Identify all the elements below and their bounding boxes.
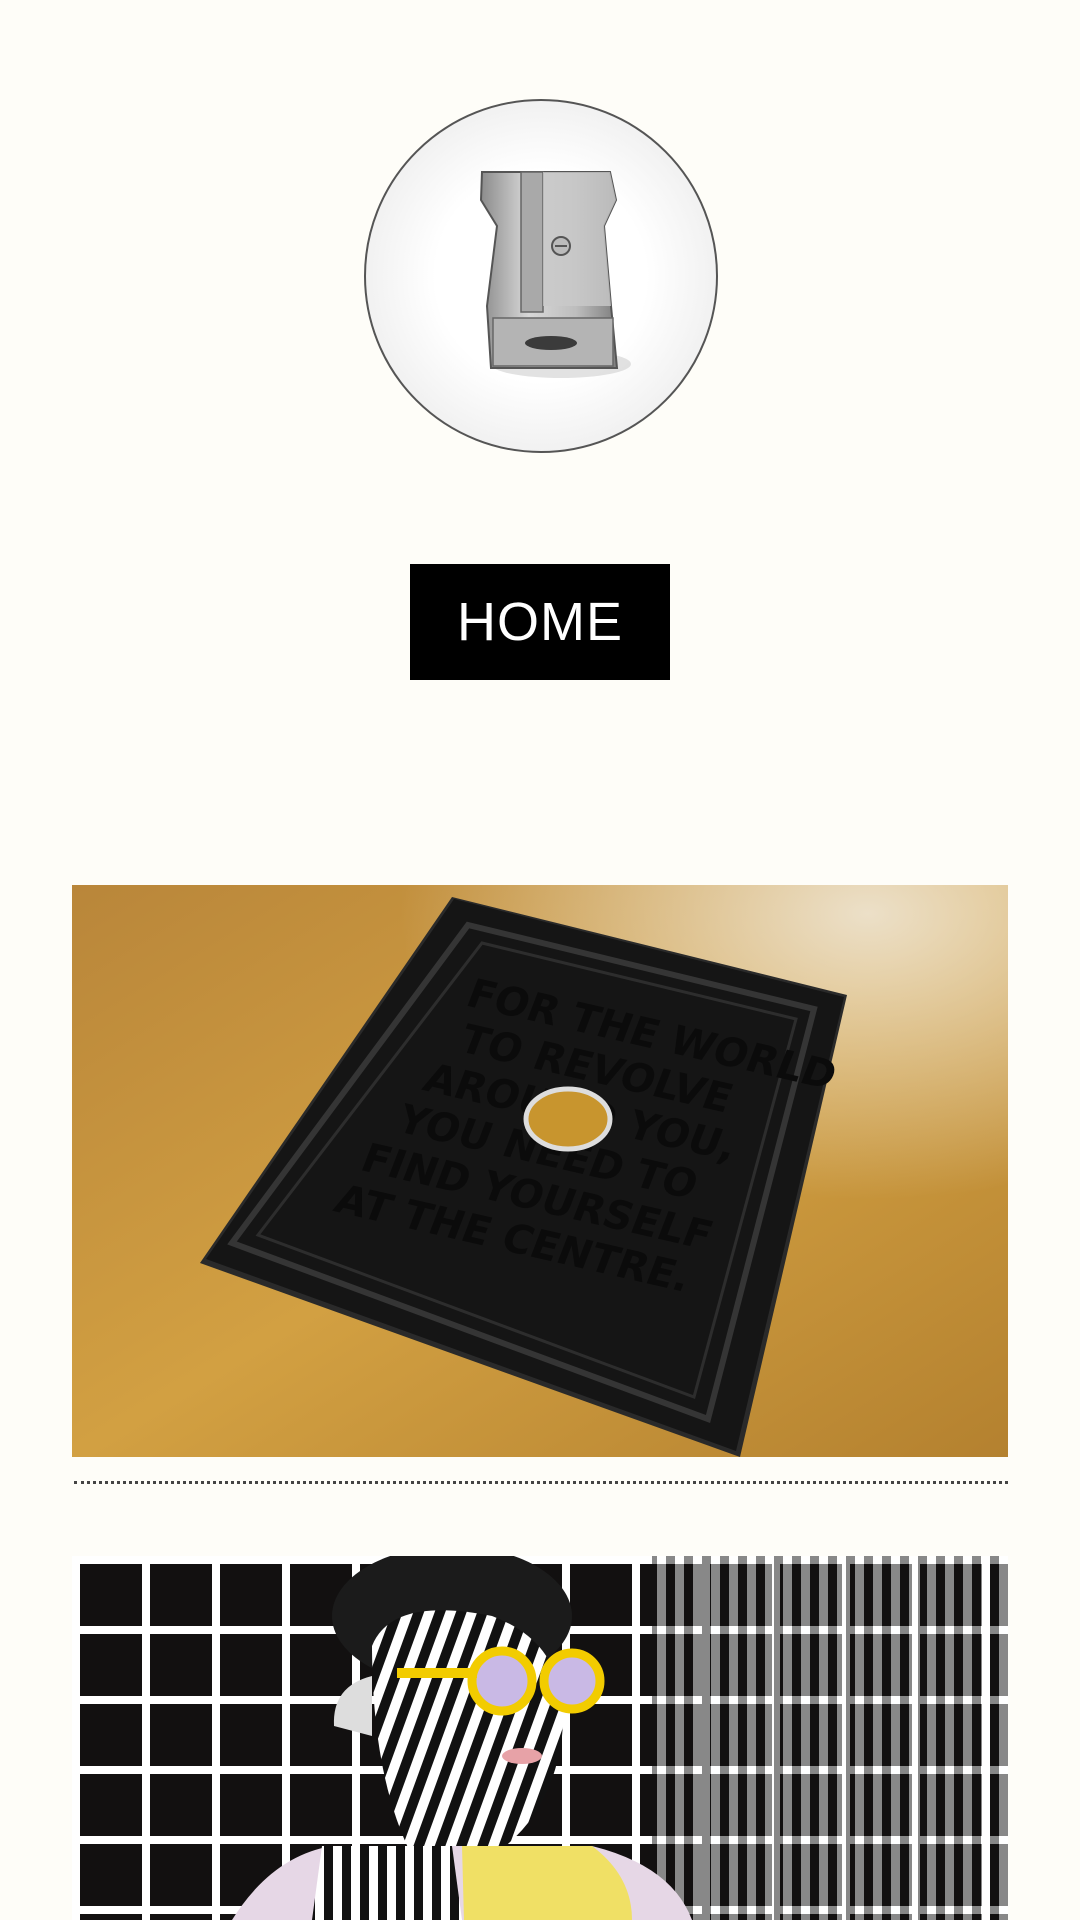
pencil-sharpener-icon	[364, 99, 718, 453]
book-cover-image[interactable]: FOR THE WORLD TO REVOLVE AROUND YOU, YOU…	[72, 885, 1008, 1457]
dotted-divider	[74, 1481, 1008, 1484]
home-button[interactable]: HOME	[410, 564, 670, 680]
site-logo[interactable]	[361, 96, 721, 456]
pop-art-portrait-image[interactable]	[72, 1556, 1008, 1920]
cover-hole	[523, 1086, 613, 1152]
